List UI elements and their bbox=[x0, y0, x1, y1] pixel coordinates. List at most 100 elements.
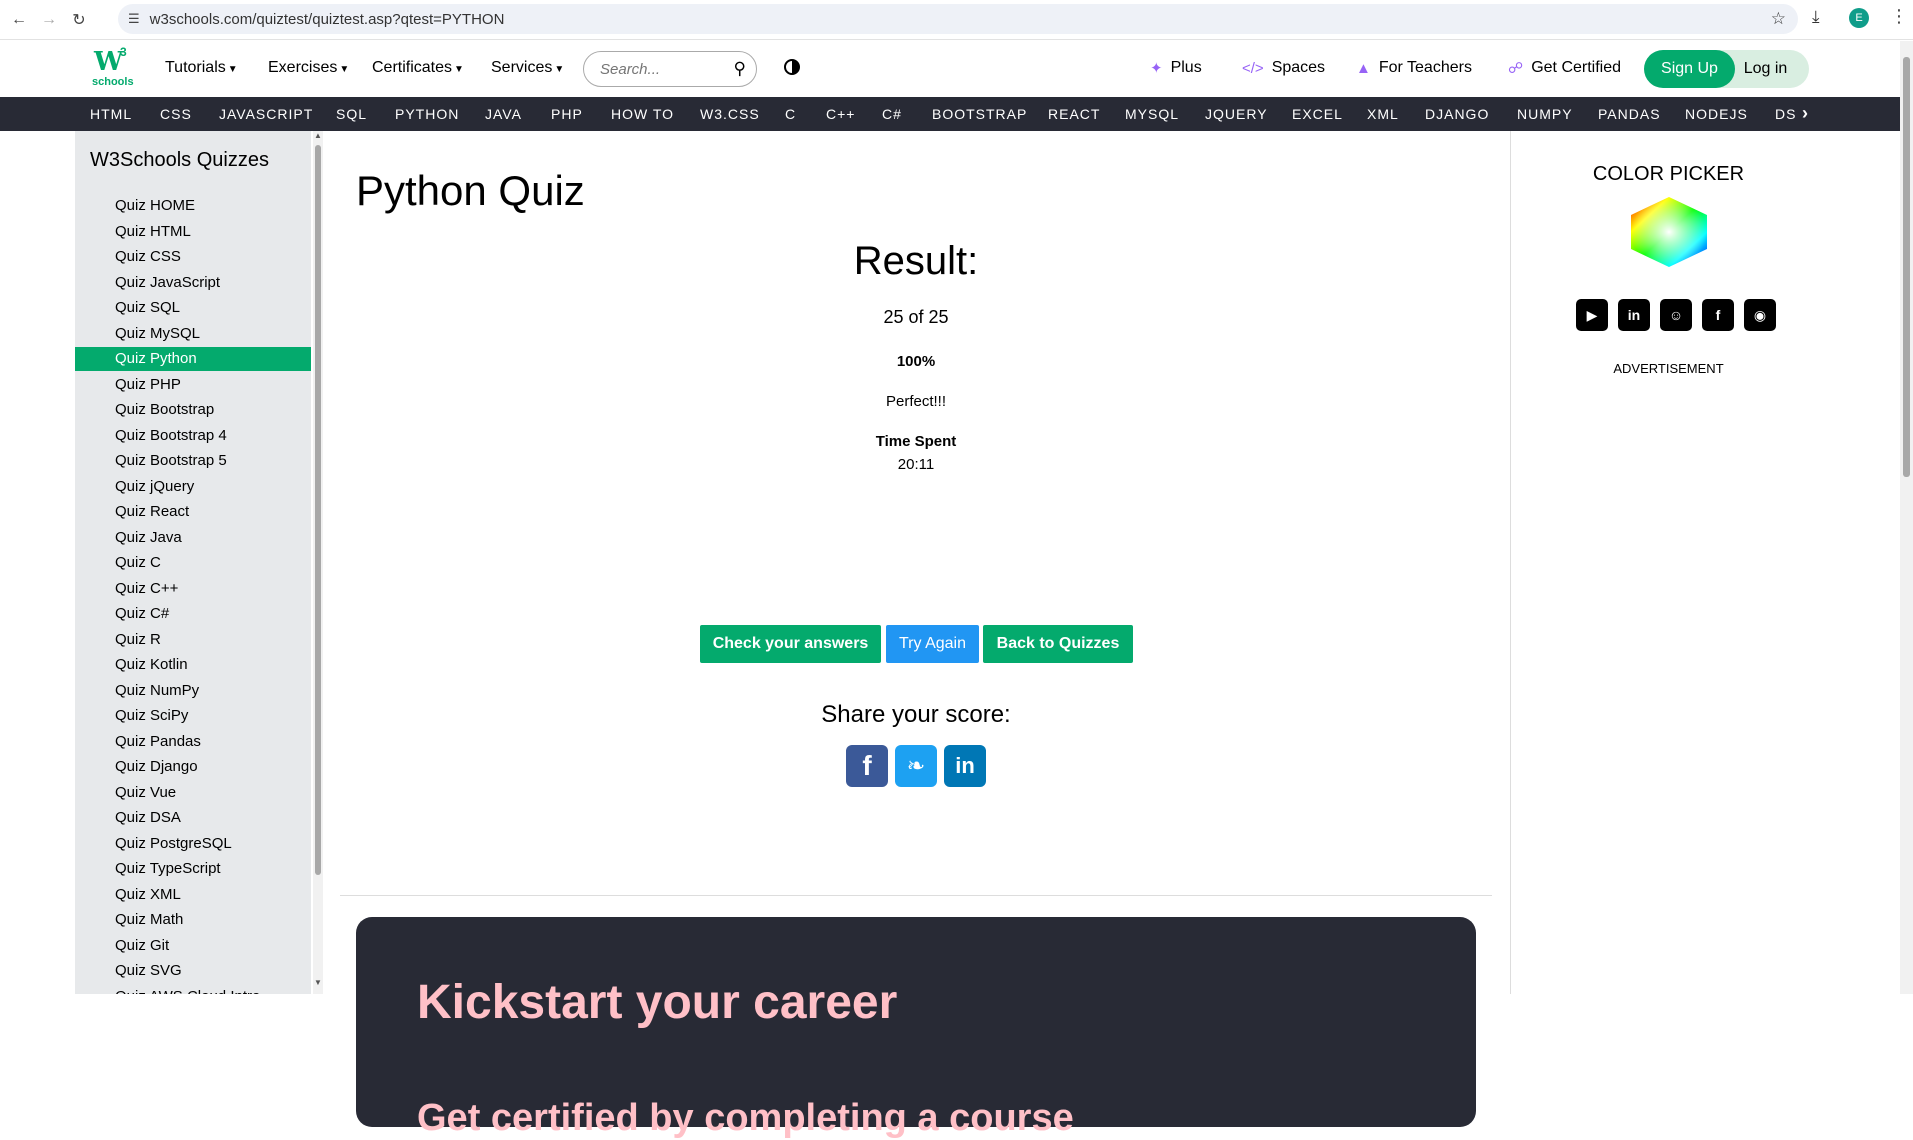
sidebar-item[interactable]: Quiz NumPy bbox=[75, 679, 311, 703]
scroll-up-icon[interactable]: ▲ bbox=[314, 131, 322, 140]
page-scroll-thumb[interactable] bbox=[1903, 57, 1910, 477]
sidebar-item[interactable]: Quiz XML bbox=[75, 883, 311, 907]
sidebar-item[interactable]: Quiz SciPy bbox=[75, 704, 311, 728]
spaces-link[interactable]: </> Spaces bbox=[1242, 59, 1325, 77]
sidebar-item[interactable]: Quiz Kotlin bbox=[75, 653, 311, 677]
download-icon[interactable]: ⤓ bbox=[1812, 7, 1820, 27]
sidebar-item[interactable]: Quiz DSA bbox=[75, 806, 311, 830]
sidebar-item[interactable]: Quiz C bbox=[75, 551, 311, 575]
subnav-java[interactable]: JAVA bbox=[485, 106, 522, 122]
certificates-menu[interactable]: Certificates ▼ bbox=[372, 59, 464, 77]
sidebar-item[interactable]: Quiz CSS bbox=[75, 245, 311, 269]
sidebar-item[interactable]: Quiz PHP bbox=[75, 373, 311, 397]
facebook-share-icon[interactable]: f bbox=[846, 745, 888, 787]
sidebar-item[interactable]: Quiz SVG bbox=[75, 959, 311, 983]
site-settings-icon[interactable]: ☰ bbox=[128, 11, 140, 27]
w3schools-logo[interactable]: W 3 schools bbox=[92, 45, 134, 88]
subnav-css[interactable]: CSS bbox=[160, 106, 192, 122]
subnav-mysql[interactable]: MYSQL bbox=[1125, 106, 1179, 122]
for-teachers-link[interactable]: ▲ For Teachers bbox=[1356, 59, 1472, 77]
instagram-icon[interactable]: ◉ bbox=[1744, 299, 1776, 331]
sidebar-item[interactable]: Quiz PostgreSQL bbox=[75, 832, 311, 856]
discord-icon[interactable]: ☺ bbox=[1660, 299, 1692, 331]
sidebar-item[interactable]: Quiz TypeScript bbox=[75, 857, 311, 881]
sidebar-item[interactable]: Quiz MySQL bbox=[75, 322, 311, 346]
sidebar-item[interactable]: Quiz HTML bbox=[75, 220, 311, 244]
color-picker-icon[interactable] bbox=[1629, 197, 1709, 267]
subnav-howto[interactable]: HOW TO bbox=[611, 106, 674, 122]
subnav-xml[interactable]: XML bbox=[1367, 106, 1399, 122]
verdict-text: Perfect!!! bbox=[885, 393, 947, 410]
sign-up-button[interactable]: Sign Up bbox=[1644, 50, 1735, 88]
services-menu[interactable]: Services ▼ bbox=[491, 59, 564, 77]
url-text[interactable]: w3schools.com/quiztest/quiztest.asp?qtes… bbox=[150, 11, 505, 28]
sidebar-item[interactable]: Quiz HOME bbox=[75, 194, 311, 218]
sidebar-item[interactable]: Quiz SQL bbox=[75, 296, 311, 320]
subnav-sql[interactable]: SQL bbox=[336, 106, 367, 122]
get-certified-link[interactable]: ☍ Get Certified bbox=[1508, 59, 1621, 77]
subnav-bootstrap[interactable]: BOOTSTRAP bbox=[932, 106, 1027, 122]
sidebar-item[interactable]: Quiz JavaScript bbox=[75, 271, 311, 295]
subnav-python[interactable]: PYTHON bbox=[395, 106, 459, 122]
search-input[interactable] bbox=[600, 60, 720, 78]
scroll-down-icon[interactable]: ▼ bbox=[314, 978, 322, 987]
subnav-w3css[interactable]: W3.CSS bbox=[700, 106, 760, 122]
dark-mode-toggle-icon[interactable] bbox=[784, 59, 800, 75]
subnav-numpy[interactable]: NUMPY bbox=[1517, 106, 1573, 122]
back-to-quizzes-button[interactable]: Back to Quizzes bbox=[983, 625, 1133, 663]
youtube-icon[interactable]: ▶ bbox=[1576, 299, 1608, 331]
subnav-cpp[interactable]: C++ bbox=[826, 106, 855, 122]
search-box[interactable]: ⚲ bbox=[583, 51, 757, 87]
subnav-csharp[interactable]: C# bbox=[882, 106, 902, 122]
sidebar-item[interactable]: Quiz Bootstrap bbox=[75, 398, 311, 422]
linkedin-share-icon[interactable]: in bbox=[944, 745, 986, 787]
page-scrollbar[interactable] bbox=[1900, 41, 1913, 994]
plus-link[interactable]: ✦ Plus bbox=[1150, 59, 1202, 77]
sidebar-item[interactable]: Quiz C# bbox=[75, 602, 311, 626]
sidebar-item[interactable]: Quiz jQuery bbox=[75, 475, 311, 499]
subnav-nodejs[interactable]: NODEJS bbox=[1685, 106, 1748, 122]
reload-icon[interactable]: ↻ bbox=[68, 9, 90, 31]
sidebar-scrollbar[interactable]: ▲ ▼ bbox=[313, 131, 323, 994]
twitter-share-icon[interactable]: ❧ bbox=[895, 745, 937, 787]
address-bar[interactable]: ☰ w3schools.com/quiztest/quiztest.asp?qt… bbox=[118, 4, 1798, 34]
sidebar-item[interactable]: Quiz R bbox=[75, 628, 311, 652]
sidebar-item[interactable]: Quiz Math bbox=[75, 908, 311, 932]
chevron-right-icon[interactable]: › bbox=[1802, 103, 1809, 124]
subnav-html[interactable]: HTML bbox=[90, 106, 132, 122]
color-picker-title[interactable]: COLOR PICKER bbox=[1511, 163, 1826, 186]
try-again-button[interactable]: Try Again bbox=[886, 625, 979, 663]
bookmark-star-icon[interactable]: ☆ bbox=[1771, 9, 1786, 29]
sidebar-scroll-thumb[interactable] bbox=[315, 145, 321, 875]
subnav-ds[interactable]: DS bbox=[1775, 106, 1796, 122]
subnav-pandas[interactable]: PANDAS bbox=[1598, 106, 1661, 122]
profile-avatar[interactable]: E bbox=[1849, 8, 1869, 28]
subnav-excel[interactable]: EXCEL bbox=[1292, 106, 1343, 122]
subnav-django[interactable]: DJANGO bbox=[1425, 106, 1489, 122]
back-icon[interactable]: ← bbox=[8, 9, 30, 31]
browser-menu-icon[interactable]: ⋮ bbox=[1890, 6, 1908, 27]
subnav-php[interactable]: PHP bbox=[551, 106, 583, 122]
sidebar-item[interactable]: Quiz Git bbox=[75, 934, 311, 958]
sidebar-item[interactable]: Quiz Bootstrap 4 bbox=[75, 424, 311, 448]
search-icon[interactable]: ⚲ bbox=[734, 59, 746, 79]
sidebar-item[interactable]: Quiz Python bbox=[75, 347, 311, 371]
check-answers-button[interactable]: Check your answers bbox=[700, 625, 881, 663]
exercises-menu[interactable]: Exercises ▼ bbox=[268, 59, 349, 77]
sidebar-item[interactable]: Quiz Bootstrap 5 bbox=[75, 449, 311, 473]
sidebar-item[interactable]: Quiz Java bbox=[75, 526, 311, 550]
forward-icon[interactable]: → bbox=[38, 9, 60, 31]
sidebar-item[interactable]: Quiz Django bbox=[75, 755, 311, 779]
sidebar-item[interactable]: Quiz C++ bbox=[75, 577, 311, 601]
sidebar-item[interactable]: Quiz Pandas bbox=[75, 730, 311, 754]
facebook-icon[interactable]: f bbox=[1702, 299, 1734, 331]
subnav-c[interactable]: C bbox=[785, 106, 796, 122]
tutorials-menu[interactable]: Tutorials ▼ bbox=[165, 59, 238, 77]
sidebar-item[interactable]: Quiz AWS Cloud Intro bbox=[75, 985, 311, 995]
subnav-react[interactable]: REACT bbox=[1048, 106, 1100, 122]
sidebar-item[interactable]: Quiz React bbox=[75, 500, 311, 524]
linkedin-icon[interactable]: in bbox=[1618, 299, 1650, 331]
subnav-javascript[interactable]: JAVASCRIPT bbox=[219, 106, 313, 122]
subnav-jquery[interactable]: JQUERY bbox=[1205, 106, 1268, 122]
sidebar-item[interactable]: Quiz Vue bbox=[75, 781, 311, 805]
